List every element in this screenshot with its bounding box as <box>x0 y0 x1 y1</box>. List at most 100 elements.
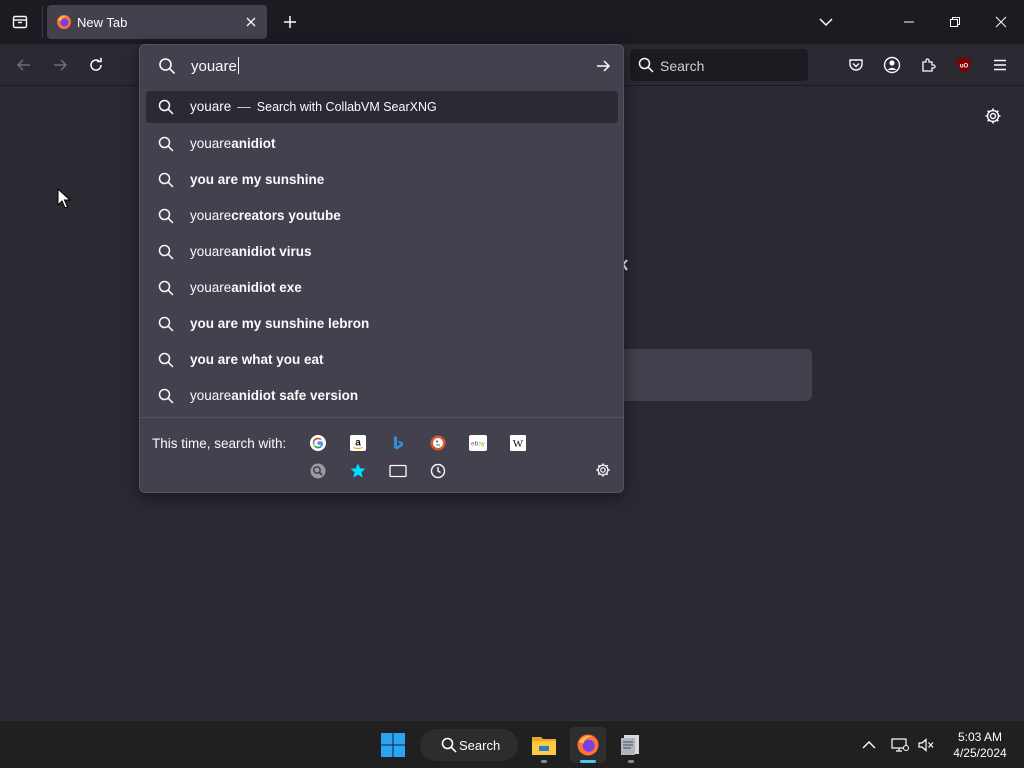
extensions-button[interactable] <box>916 53 940 77</box>
close-window-button[interactable] <box>978 0 1024 44</box>
search-icon <box>158 136 174 152</box>
result-row[interactable]: youareanidiot <box>146 127 618 163</box>
result-row[interactable]: youareanidiot safe version <box>146 379 618 415</box>
search-icon <box>158 316 174 332</box>
result-row[interactable]: you are my sunshine lebron <box>146 307 618 343</box>
oneoff-separator <box>140 417 623 418</box>
restore-button[interactable] <box>932 0 978 44</box>
engine-searxng-button[interactable] <box>308 461 328 481</box>
tab-title: New Tab <box>77 15 128 30</box>
ebay-icon: e b a y <box>469 435 487 451</box>
taskbar-clock[interactable]: 5:03 AM 4/25/2024 <box>944 729 1016 761</box>
engine-duckduckgo-button[interactable] <box>428 433 448 453</box>
tray-overflow-button[interactable] <box>859 735 879 755</box>
reload-button[interactable] <box>83 52 109 78</box>
result-text: youareanidiot virus <box>190 244 312 259</box>
tab-separator <box>42 6 43 38</box>
document-app-icon <box>621 735 639 755</box>
gear-icon <box>596 463 610 477</box>
close-icon <box>246 17 256 27</box>
network-icon <box>891 738 909 752</box>
svg-text:W: W <box>513 438 524 450</box>
engine-amazon-button[interactable]: a <box>348 433 368 453</box>
result-text: you are what you eat <box>190 352 324 367</box>
result-row[interactable]: youareanidiot exe <box>146 271 618 307</box>
result-row[interactable]: you are my sunshine <box>146 163 618 199</box>
wikipedia-icon: W <box>510 435 526 451</box>
search-settings-button[interactable] <box>593 460 613 480</box>
amazon-icon: a <box>350 435 366 451</box>
forward-button[interactable] <box>47 52 73 78</box>
windows-start-icon[interactable] <box>380 732 406 758</box>
search-bar[interactable]: Search <box>630 49 808 81</box>
taskbar: Search 5:03 AM 4/25/2024 <box>0 720 1024 768</box>
chevron-up-icon <box>862 741 876 749</box>
urlbar-input-row[interactable]: youare <box>140 45 623 87</box>
app-active-indicator <box>580 760 596 763</box>
searxng-icon <box>310 463 326 479</box>
tray-network-button[interactable] <box>890 735 910 755</box>
svg-text:uO: uO <box>960 64 969 70</box>
history-icon <box>430 463 446 479</box>
close-icon <box>995 16 1007 28</box>
taskbar-search-button[interactable]: Search <box>420 729 518 761</box>
list-all-tabs-button[interactable] <box>814 10 838 34</box>
ublock-icon: uO <box>957 57 971 73</box>
search-icon <box>158 172 174 188</box>
chevron-down-icon <box>819 18 833 27</box>
tab-close-button[interactable] <box>241 12 261 32</box>
engine-bing-button[interactable] <box>388 433 408 453</box>
search-history-button[interactable] <box>428 461 448 481</box>
back-button[interactable] <box>11 52 37 78</box>
urlbar-input[interactable]: youare <box>191 57 239 75</box>
folder-icon <box>532 737 556 755</box>
svg-text:a: a <box>355 438 361 449</box>
search-icon <box>159 58 176 75</box>
reload-icon <box>90 57 102 71</box>
firefox-view-button[interactable] <box>8 10 32 34</box>
result-row[interactable]: youareanidiot virus <box>146 235 618 271</box>
result-text: you are my sunshine <box>190 172 325 187</box>
urlbar-results: youare — Search with CollabVM SearXNG youa… <box>146 91 618 415</box>
result-row[interactable]: youarecreators youtube <box>146 199 618 235</box>
new-tab-button[interactable] <box>278 10 302 34</box>
clock-date: 4/25/2024 <box>953 746 1007 760</box>
ublock-origin-button[interactable]: uO <box>952 53 976 77</box>
urlbar-go-button[interactable] <box>593 56 613 76</box>
restore-icon <box>950 17 960 27</box>
search-icon <box>158 244 174 260</box>
text-caret <box>237 57 239 74</box>
tab-new-tab[interactable]: New Tab <box>47 5 267 39</box>
taskbar-app-notepad[interactable] <box>613 727 649 763</box>
taskbar-file-explorer[interactable] <box>526 727 562 763</box>
result-text: youarecreators youtube <box>190 208 341 223</box>
result-row[interactable]: you are what you eat <box>146 343 618 379</box>
tabs-icon <box>389 464 407 478</box>
clock-time: 5:03 AM <box>957 730 1003 744</box>
search-tabs-button[interactable] <box>388 461 408 481</box>
search-icon <box>158 352 174 368</box>
result-row[interactable]: youare — Search with CollabVM SearXNG <box>146 91 618 123</box>
app-menu-button[interactable] <box>988 53 1012 77</box>
engine-google-button[interactable] <box>308 433 328 453</box>
result-text: you are my sunshine lebron <box>190 316 370 331</box>
account-button[interactable] <box>880 53 904 77</box>
minimize-button[interactable] <box>886 0 932 44</box>
search-icon <box>158 280 174 296</box>
arrow-left-icon <box>16 59 30 71</box>
arrow-right-icon <box>54 59 68 71</box>
taskbar-firefox[interactable] <box>570 727 606 763</box>
search-bookmarks-button[interactable] <box>348 461 368 481</box>
search-icon <box>638 57 654 73</box>
account-icon <box>883 56 901 74</box>
tray-volume-button[interactable] <box>916 735 936 755</box>
page-settings-button[interactable] <box>982 105 1004 127</box>
engine-ebay-button[interactable]: e b a y <box>468 433 488 453</box>
firefox-icon <box>57 15 71 29</box>
pocket-button[interactable] <box>844 53 868 77</box>
mouse-cursor-icon <box>57 188 71 209</box>
engine-wikipedia-button[interactable]: W <box>508 433 528 453</box>
app-running-indicator <box>541 760 547 763</box>
plus-icon <box>284 16 296 28</box>
taskbar-search-label: Search <box>459 738 501 753</box>
